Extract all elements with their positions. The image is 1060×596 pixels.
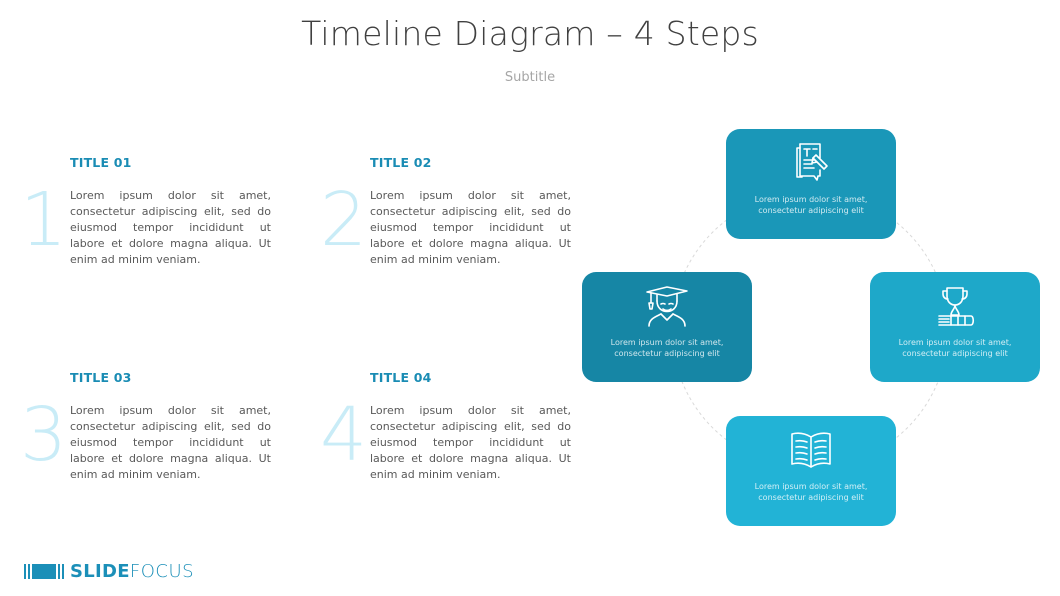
card-right: Lorem ipsum dolor sit amet, consectetur … — [870, 272, 1040, 382]
card-text: Lorem ipsum dolor sit amet, consectetur … — [726, 194, 896, 216]
step-title: TITLE 03 — [70, 370, 132, 385]
step-number: 3 — [20, 392, 68, 478]
card-text-line: Lorem ipsum dolor sit amet, — [754, 482, 868, 491]
step-number: 2 — [320, 177, 368, 263]
open-book-icon — [791, 432, 831, 468]
page-title: Timeline Diagram – 4 Steps — [301, 14, 759, 53]
card-left: Lorem ipsum dolor sit amet, consectetur … — [582, 272, 752, 382]
step-title: TITLE 01 — [70, 155, 132, 170]
card-bottom: Lorem ipsum dolor sit amet, consectetur … — [726, 416, 896, 526]
step-3: 3 TITLE 03 Lorem ipsum dolor sit amet, c… — [20, 370, 290, 510]
step-2: 2 TITLE 02 Lorem ipsum dolor sit amet, c… — [320, 155, 590, 295]
card-text-line: consectetur adipiscing elit — [758, 206, 864, 215]
card-text-line: consectetur adipiscing elit — [758, 493, 864, 502]
step-4: 4 TITLE 04 Lorem ipsum dolor sit amet, c… — [320, 370, 590, 510]
card-text-line: Lorem ipsum dolor sit amet, — [754, 195, 868, 204]
graduate-icon — [646, 286, 688, 327]
trophy-books-icon — [938, 287, 975, 326]
step-body: Lorem ipsum dolor sit amet, consectetur … — [70, 189, 271, 266]
card-text-line: Lorem ipsum dolor sit amet, — [898, 338, 1012, 347]
step-number: 1 — [20, 177, 68, 263]
card-text: Lorem ipsum dolor sit amet, consectetur … — [726, 481, 896, 503]
card-text-line: consectetur adipiscing elit — [614, 349, 720, 358]
card-text: Lorem ipsum dolor sit amet, consectetur … — [582, 337, 752, 359]
slidefocus-logo: SLIDE FOCUS — [24, 560, 194, 582]
step-body: Lorem ipsum dolor sit amet, consectetur … — [70, 404, 271, 481]
document-edit-icon — [796, 143, 828, 181]
page-subtitle: Subtitle — [504, 70, 556, 85]
step-body: Lorem ipsum dolor sit amet, consectetur … — [370, 404, 571, 481]
step-title: TITLE 04 — [370, 370, 432, 385]
card-text-line: consectetur adipiscing elit — [902, 349, 1008, 358]
logo-text-light: FOCUS — [129, 560, 195, 582]
step-title: TITLE 02 — [370, 155, 432, 170]
step-number: 4 — [320, 392, 368, 478]
logo-bars-icon — [24, 563, 64, 579]
step-1: 1 TITLE 01 Lorem ipsum dolor sit amet, c… — [20, 155, 290, 295]
logo-text-bold: SLIDE — [70, 560, 130, 582]
step-body: Lorem ipsum dolor sit amet, consectetur … — [370, 189, 571, 266]
card-top: Lorem ipsum dolor sit amet, consectetur … — [726, 129, 896, 239]
card-text-line: Lorem ipsum dolor sit amet, — [610, 338, 724, 347]
card-text: Lorem ipsum dolor sit amet, consectetur … — [870, 337, 1040, 359]
